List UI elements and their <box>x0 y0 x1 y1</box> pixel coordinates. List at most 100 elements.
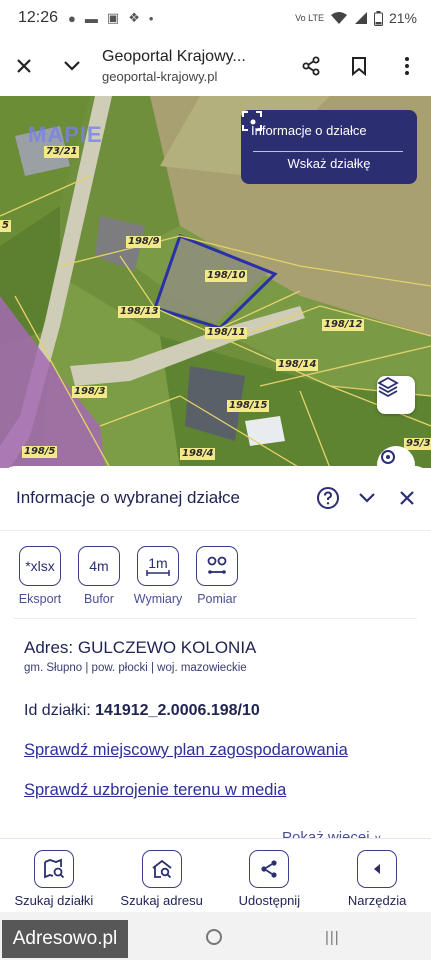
ruler-line-icon <box>146 570 170 576</box>
parcel-info-button[interactable]: Informacje o działce <box>241 110 417 150</box>
nav-tools[interactable]: Narzędzia <box>323 839 431 912</box>
wifi-icon <box>330 12 347 24</box>
chevron-down-icon <box>359 493 375 503</box>
point-parcel-button[interactable]: Wskaż działkę <box>241 156 417 171</box>
page-title-area[interactable]: Geoportal Krajowy... geoportal-krajowy.p… <box>96 48 287 84</box>
nav-label: Szukaj adresu <box>120 893 203 908</box>
parcel-label: 5 <box>0 220 11 232</box>
bookmark-icon <box>352 57 366 76</box>
parcel-label: 198/3 <box>72 386 108 398</box>
page-title: Geoportal Krajowy... <box>102 48 246 65</box>
buffer-icon: 4m <box>78 546 120 586</box>
tools-row: *xlsx Eksport 4m Bufor 1m Wymiary Pomiar <box>14 546 250 606</box>
app-icon: ▣ <box>106 10 120 25</box>
xlsx-icon: *xlsx <box>19 546 61 586</box>
parcel-label: 198/9 <box>126 236 162 248</box>
map-brand-watermark: MAPIE <box>28 122 103 147</box>
battery-level: 21% <box>388 10 417 26</box>
parcel-admin-units: gm. Słupno | pow. płocki | woj. mazowiec… <box>24 662 247 674</box>
home-search-icon <box>141 850 182 888</box>
more-menu-button[interactable] <box>383 36 431 96</box>
signal-icon <box>354 12 367 24</box>
divider <box>14 618 417 619</box>
parcel-id-row: Id działki: 141912_2.0006.198/10 <box>24 702 260 720</box>
select-area-icon <box>242 111 262 131</box>
parcel-details-panel: Informacje o wybranej działce *xlsx Eksp… <box>0 466 431 846</box>
parcel-label: 198/12 <box>322 319 365 331</box>
help-icon <box>317 487 339 509</box>
parcel-info-label: Informacje o działce <box>251 122 367 138</box>
tool-label: Bufor <box>84 592 114 606</box>
volte-icon: Vo LTE <box>295 13 324 23</box>
close-icon <box>17 59 31 73</box>
battery-icon <box>373 10 383 26</box>
status-right: Vo LTE 21% <box>295 10 417 26</box>
browser-toolbar: Geoportal Krajowy... geoportal-krajowy.p… <box>0 36 431 96</box>
dimensions-icon-text: 1m <box>148 555 168 571</box>
close-tab-button[interactable] <box>0 36 48 96</box>
chevron-down-icon <box>64 61 80 71</box>
export-tool[interactable]: *xlsx Eksport <box>14 546 66 606</box>
home-button[interactable] <box>206 929 222 945</box>
close-icon <box>400 491 414 505</box>
status-time: 12:26 <box>18 9 59 26</box>
parcel-label: 198/15 <box>227 400 270 412</box>
parcel-label: 198/4 <box>180 448 216 460</box>
dimensions-icon: 1m <box>137 546 179 586</box>
tool-label: Pomiar <box>197 592 237 606</box>
buffer-tool[interactable]: 4m Bufor <box>73 546 125 606</box>
tool-label: Wymiary <box>133 592 183 606</box>
recents-button[interactable]: ||| <box>325 929 340 946</box>
nav-search-address[interactable]: Szukaj adresu <box>108 839 216 912</box>
minus-icon: ▬ <box>84 10 98 26</box>
map-search-icon <box>33 850 74 888</box>
nav-share[interactable]: Udostępnij <box>216 839 324 912</box>
panel-title: Informacje o wybranej działce <box>16 488 240 507</box>
layers-button[interactable] <box>377 376 415 414</box>
bookmark-button[interactable] <box>335 36 383 96</box>
more-vertical-icon <box>405 57 409 75</box>
collapse-panel-button[interactable] <box>353 484 381 512</box>
route-pins-icon <box>207 556 227 574</box>
parcel-label: 198/11 <box>205 327 248 339</box>
info-card-divider <box>253 151 403 152</box>
share-page-button[interactable] <box>287 36 335 96</box>
bottom-navigation: Szukaj działki Szukaj adresu Udostępnij … <box>0 838 431 912</box>
parcel-label: 198/14 <box>276 359 319 371</box>
notification-icons: ● ▬ ▣ ❖ • <box>68 10 153 26</box>
messenger-icon: ● <box>68 10 76 26</box>
parcel-id-label: Id działki: <box>24 702 91 719</box>
nav-label: Udostępnij <box>238 893 301 908</box>
parcel-label: 73/21 <box>44 146 80 158</box>
parcel-address: Adres: GULCZEWO KOLONIA <box>24 638 257 657</box>
nav-search-parcel[interactable]: Szukaj działki <box>0 839 108 912</box>
expand-button[interactable] <box>48 36 96 96</box>
close-panel-button[interactable] <box>393 484 421 512</box>
recents-icon: ||| <box>325 929 340 946</box>
chevron-left-icon <box>357 850 398 888</box>
dot-icon: • <box>148 10 154 26</box>
parcel-label: 95/3 <box>404 438 431 450</box>
parcel-label: 198/13 <box>118 306 161 318</box>
adresowo-watermark: Adresowo.pl <box>2 920 128 958</box>
map-view[interactable]: MAPIE 73/21 5 198/9 198/10 198/13 198/11… <box>0 96 431 468</box>
page-url: geoportal-krajowy.pl <box>102 69 218 84</box>
status-bar: 12:26 ● ▬ ▣ ❖ • Vo LTE 21% <box>0 0 431 36</box>
divider <box>0 530 431 531</box>
share-icon <box>302 56 320 76</box>
zoning-plan-link[interactable]: Sprawdź miejscowy plan zagospodarowania <box>24 741 348 760</box>
nav-label: Narzędzia <box>347 893 407 908</box>
parcel-label: 198/5 <box>22 446 58 458</box>
dimensions-tool[interactable]: 1m Wymiary <box>132 546 184 606</box>
layers-icon <box>377 376 399 398</box>
share-icon <box>249 850 290 888</box>
locate-icon <box>381 450 395 464</box>
parcel-info-card: Informacje o działce Wskaż działkę <box>241 110 417 184</box>
tool-label: Eksport <box>18 592 62 606</box>
measure-tool[interactable]: Pomiar <box>191 546 243 606</box>
measure-icon <box>196 546 238 586</box>
cast-icon: ❖ <box>128 10 140 25</box>
utilities-link[interactable]: Sprawdź uzbrojenie terenu w media <box>24 781 286 800</box>
help-button[interactable] <box>314 484 342 512</box>
parcel-label: 198/10 <box>205 270 248 282</box>
